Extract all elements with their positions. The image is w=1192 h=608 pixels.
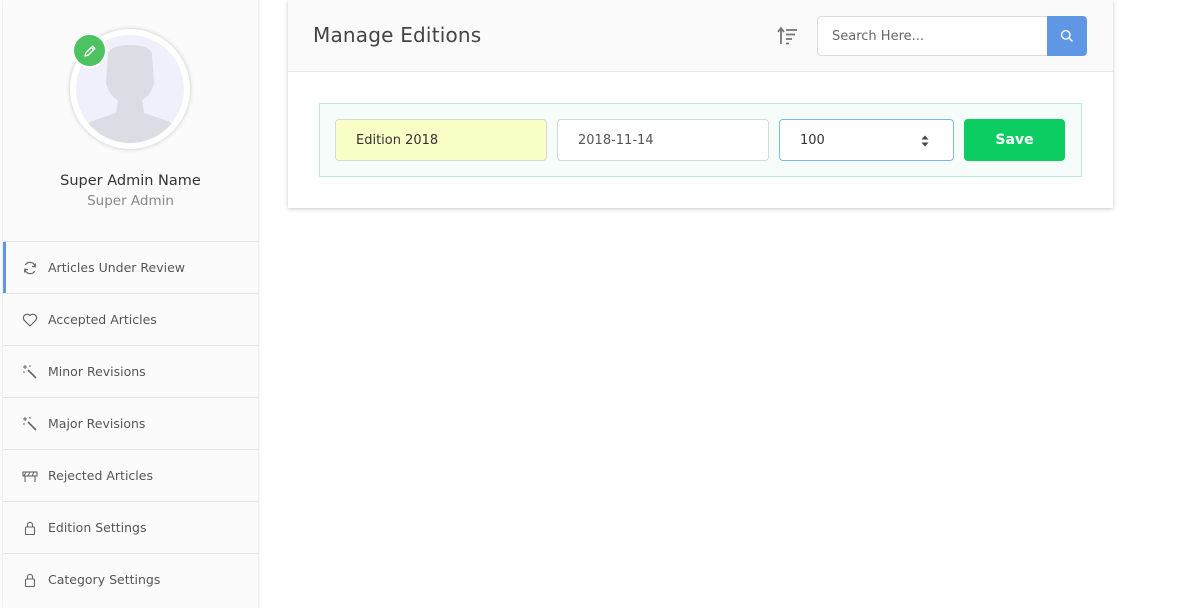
heart-icon <box>21 311 39 329</box>
sidebar-item-rejected-articles[interactable]: Rejected Articles <box>3 449 258 501</box>
sidebar-item-label: Category Settings <box>48 572 161 587</box>
edit-avatar-button[interactable] <box>74 35 105 66</box>
magic-wand-icon <box>21 363 39 381</box>
pencil-icon <box>83 45 95 57</box>
save-button[interactable]: Save <box>964 119 1065 161</box>
sidebar-item-articles-under-review[interactable]: Articles Under Review <box>3 241 258 293</box>
lock-icon <box>21 571 39 589</box>
sidebar-item-edition-settings[interactable]: Edition Settings <box>3 501 258 553</box>
sidebar-menu: Articles Under Review Accepted Articles <box>3 241 258 605</box>
sidebar-item-accepted-articles[interactable]: Accepted Articles <box>3 293 258 345</box>
sidebar-item-label: Articles Under Review <box>48 260 185 275</box>
number-spinner-icon[interactable] <box>918 133 932 149</box>
sidebar-item-label: Major Revisions <box>48 416 146 431</box>
barrier-icon <box>21 467 39 485</box>
search-button[interactable] <box>1047 16 1087 56</box>
admin-name: Super Admin Name <box>60 173 201 189</box>
lock-icon <box>21 519 39 537</box>
edition-date-input[interactable] <box>557 119 769 161</box>
profile-panel: Super Admin Name Super Admin <box>3 0 258 241</box>
magic-wand-icon <box>21 415 39 433</box>
sort-icon[interactable] <box>777 25 799 47</box>
manage-editions-card: Manage Editions Search Here... Edition 2… <box>288 0 1113 208</box>
search-input[interactable] <box>817 16 1047 56</box>
sidebar-item-label: Minor Revisions <box>48 364 146 379</box>
card-header: Manage Editions <box>288 0 1113 72</box>
sidebar: Super Admin Name Super Admin Articles Un… <box>3 0 258 608</box>
search-icon <box>1060 29 1074 43</box>
sidebar-item-category-settings[interactable]: Category Settings <box>3 553 258 605</box>
sidebar-item-label: Edition Settings <box>48 520 147 535</box>
edition-form: Save <box>319 103 1082 177</box>
edition-name-input[interactable] <box>335 119 547 161</box>
admin-role: Super Admin <box>87 193 174 209</box>
page-title: Manage Editions <box>313 23 482 47</box>
sidebar-item-label: Accepted Articles <box>48 312 157 327</box>
sidebar-item-minor-revisions[interactable]: Minor Revisions <box>3 345 258 397</box>
sidebar-item-major-revisions[interactable]: Major Revisions <box>3 397 258 449</box>
sidebar-item-label: Rejected Articles <box>48 468 153 483</box>
refresh-icon <box>21 259 39 277</box>
